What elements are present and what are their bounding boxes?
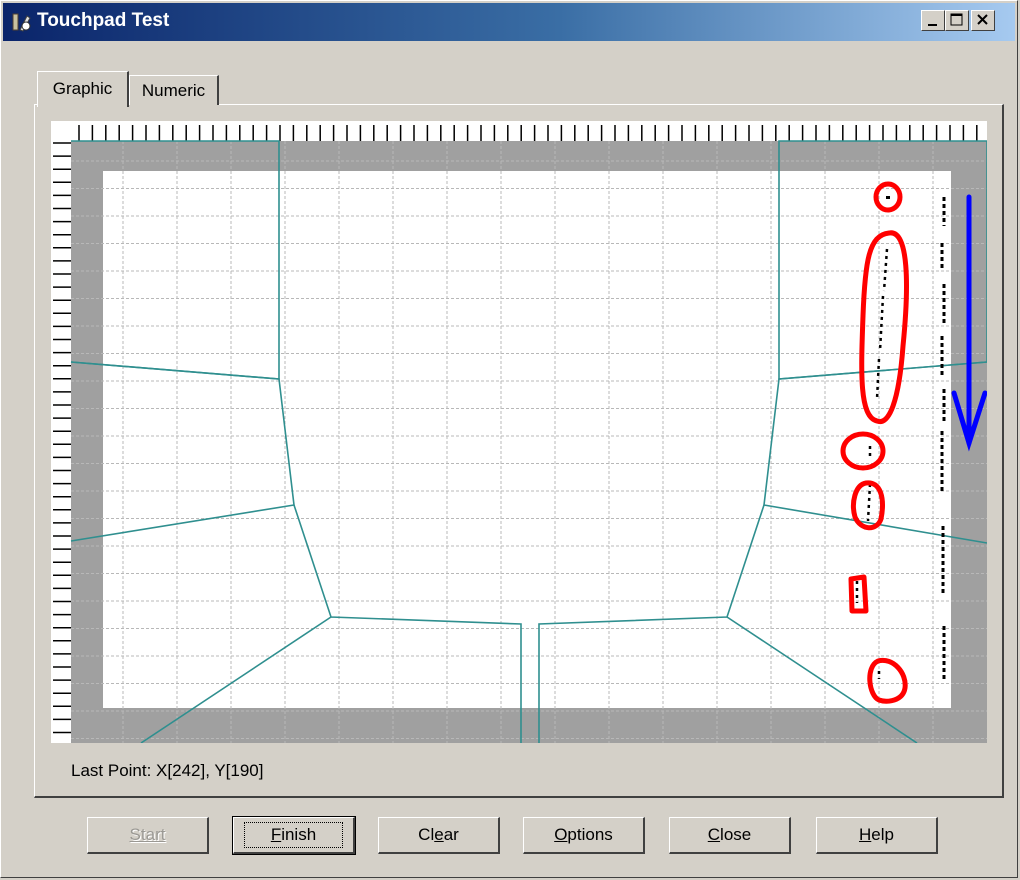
touchpad-test-window: Touchpad Test Graphic Numeric Last Point… [0,0,1018,878]
touchpad-tools-icon [12,13,31,32]
title-bar[interactable]: Touchpad Test [3,3,1015,41]
touchpad-graphic[interactable] [51,121,987,743]
maximize-button[interactable] [945,10,969,31]
top-ruler-ticks [78,125,978,141]
help-button-label: Help [859,825,894,844]
window-title: Touchpad Test [37,10,170,31]
close-button[interactable]: Close [669,817,791,854]
close-window-button[interactable] [971,10,995,31]
touch-surface [103,171,951,708]
minimize-button[interactable] [921,10,945,31]
close-icon [977,14,988,25]
clear-button-label: Clear [418,825,459,844]
close-button-label: Close [707,825,752,844]
clear-button[interactable]: Clear [378,817,500,854]
start-button[interactable]: Start [87,817,209,854]
options-button[interactable]: Options [523,817,645,854]
last-point-readout: Last Point: X[242], Y[190] [71,761,264,780]
finish-button-label: Finish [243,822,344,848]
tab-numeric[interactable]: Numeric [129,75,219,105]
help-button[interactable]: Help [816,817,938,854]
left-ruler-ticks [53,142,71,734]
start-button-label: Start [129,825,166,844]
tab-graphic[interactable]: Graphic [37,71,129,107]
tab-numeric-label: Numeric [141,81,206,100]
options-button-label: Options [554,825,613,844]
minimize-icon [928,24,937,26]
finish-button[interactable]: Finish [232,816,356,855]
tab-graphic-label: Graphic [52,79,113,98]
maximize-icon [950,13,963,26]
